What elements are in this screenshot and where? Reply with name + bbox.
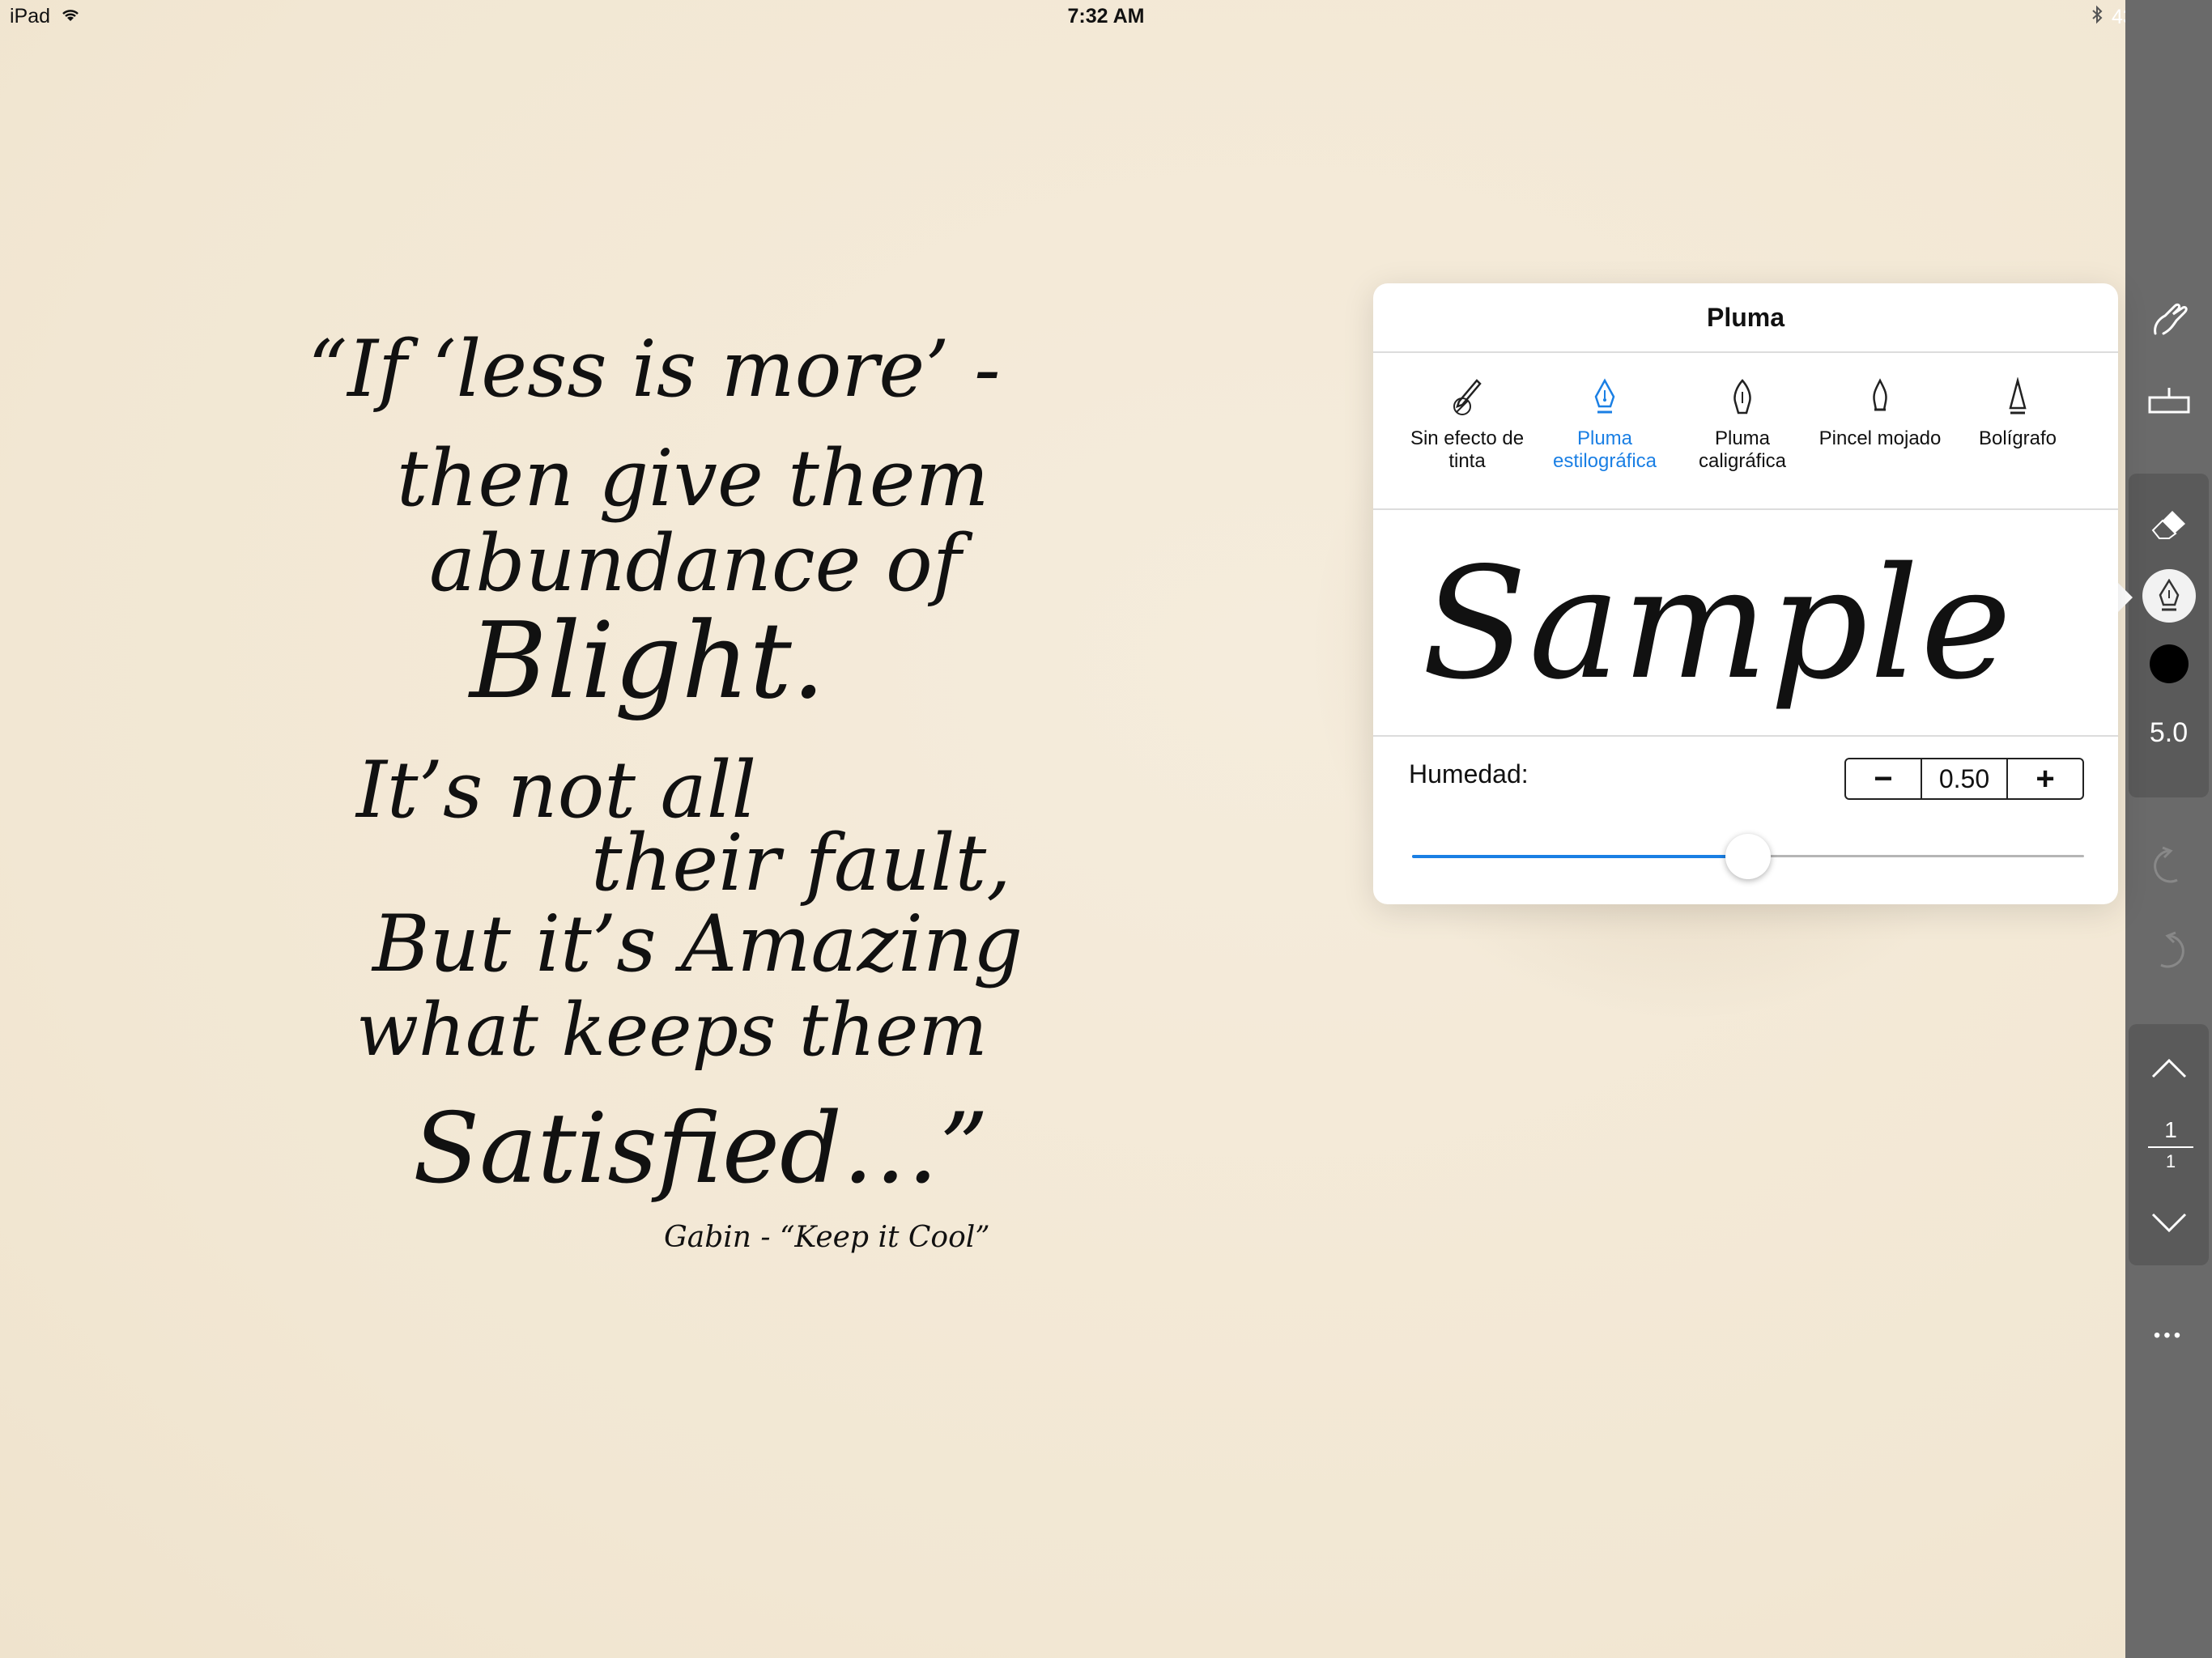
page-total: 1: [2165, 1151, 2176, 1171]
previous-page-button[interactable]: [2125, 1040, 2212, 1097]
ruler-button[interactable]: [2125, 376, 2212, 425]
slider-fill: [1412, 855, 1748, 858]
humidity-stepper: − 0.50 +: [1844, 758, 2084, 800]
eraser-icon: [2151, 511, 2185, 539]
popover-title: Pluma: [1373, 283, 2118, 353]
handwritten-quote: “If ‘less is more’ - then give them abun…: [308, 316, 1036, 1271]
quote-line: “If ‘less is more’ -: [308, 324, 1001, 414]
hand-touch-button[interactable]: [2125, 295, 2212, 344]
pen-type-label: Pluma estilográfica: [1552, 427, 1657, 472]
page-navigation: 1 1: [2129, 1024, 2209, 1265]
status-bar: iPad 7:32 AM 43%: [0, 0, 2212, 34]
chevron-up-icon: [2151, 1058, 2186, 1078]
color-picker-button[interactable]: [2125, 636, 2212, 692]
pen-size-button[interactable]: 5.0: [2125, 708, 2212, 757]
pen-type-ballpoint[interactable]: Bolígrafo: [1945, 377, 2091, 450]
chevron-down-icon: [2151, 1213, 2186, 1233]
more-button[interactable]: •••: [2125, 1320, 2212, 1352]
pen-type-wet-brush[interactable]: Pincel mojado: [1807, 377, 1953, 450]
status-time: 7:32 AM: [1067, 5, 1145, 28]
pen-type-label: Sin efecto de tinta: [1410, 427, 1525, 472]
calligraphy-pen-icon: [1733, 379, 1751, 414]
pen-type-selector: Sin efecto de tinta Pluma estilográfica …: [1373, 353, 2118, 510]
undo-icon: [2153, 846, 2178, 883]
quote-line: then give them: [397, 433, 989, 524]
hand-icon: [2153, 303, 2188, 335]
wifi-icon: [60, 5, 81, 28]
pen-tool-selected: [2142, 569, 2196, 623]
humidity-decrease-button[interactable]: −: [1846, 759, 1921, 798]
page-indicator: 1 1: [2148, 1117, 2193, 1172]
wet-brush-icon: [1873, 378, 1887, 411]
quote-line: what keeps them: [356, 988, 988, 1073]
undo-button[interactable]: [2125, 842, 2212, 891]
device-name: iPad: [10, 5, 51, 28]
humidity-increase-button[interactable]: +: [2008, 759, 2082, 798]
bluetooth-icon: [2091, 5, 2104, 30]
quote-line: their fault,: [591, 818, 1011, 908]
fountain-pen-icon: [1594, 378, 1615, 414]
quote-line: abundance of: [429, 518, 962, 609]
slider-thumb[interactable]: [1725, 834, 1771, 879]
pen-type-label: Bolígrafo: [1978, 427, 2057, 449]
page-current: 1: [2164, 1117, 2177, 1142]
redo-button[interactable]: [2125, 927, 2212, 976]
eraser-button[interactable]: [2125, 498, 2212, 546]
pen-tool-button[interactable]: [2125, 567, 2212, 625]
quote-line: Blight.: [470, 599, 826, 722]
pen-type-calligraphy[interactable]: Pluma caligráfica: [1670, 377, 1815, 473]
pen-settings-popover: Pluma Sin efecto de tinta Pluma estilogr…: [1373, 283, 2118, 904]
no-ink-pen-icon: [1453, 379, 1482, 415]
humidity-label: Humedad:: [1409, 759, 1529, 789]
sample-text: Sample: [1422, 534, 2014, 713]
quote-line: Satisfied…”: [413, 1093, 989, 1205]
popover-pointer: [2116, 581, 2133, 614]
humidity-slider[interactable]: [1412, 834, 2084, 879]
tool-group: 5.0: [2129, 474, 2209, 797]
ballpoint-pen-icon: [2009, 377, 2027, 414]
humidity-value: 0.50: [1921, 759, 2008, 798]
quote-attribution: Gabin - “Keep it Cool”: [664, 1221, 990, 1254]
more-icon: •••: [2153, 1324, 2184, 1346]
pen-size-label: 5.0: [2149, 716, 2189, 748]
right-toolbar: 5.0 1 1 •••: [2125, 0, 2212, 1658]
ruler-icon: [2148, 388, 2189, 414]
pen-type-fountain[interactable]: Pluma estilográfica: [1532, 377, 1678, 473]
pen-type-label: Pluma caligráfica: [1698, 427, 1787, 472]
redo-icon: [2159, 931, 2184, 968]
pen-type-label: Pincel mojado: [1819, 427, 1942, 449]
page-divider: [2148, 1146, 2193, 1148]
pen-type-no-ink[interactable]: Sin efecto de tinta: [1394, 377, 1540, 473]
quote-line: But it’s Amazing: [372, 899, 1023, 989]
fountain-pen-icon: [2159, 579, 2179, 611]
pen-color-swatch: [2149, 644, 2189, 683]
pen-sample-preview: Sample: [1373, 510, 2118, 737]
next-page-button[interactable]: [2125, 1194, 2212, 1251]
